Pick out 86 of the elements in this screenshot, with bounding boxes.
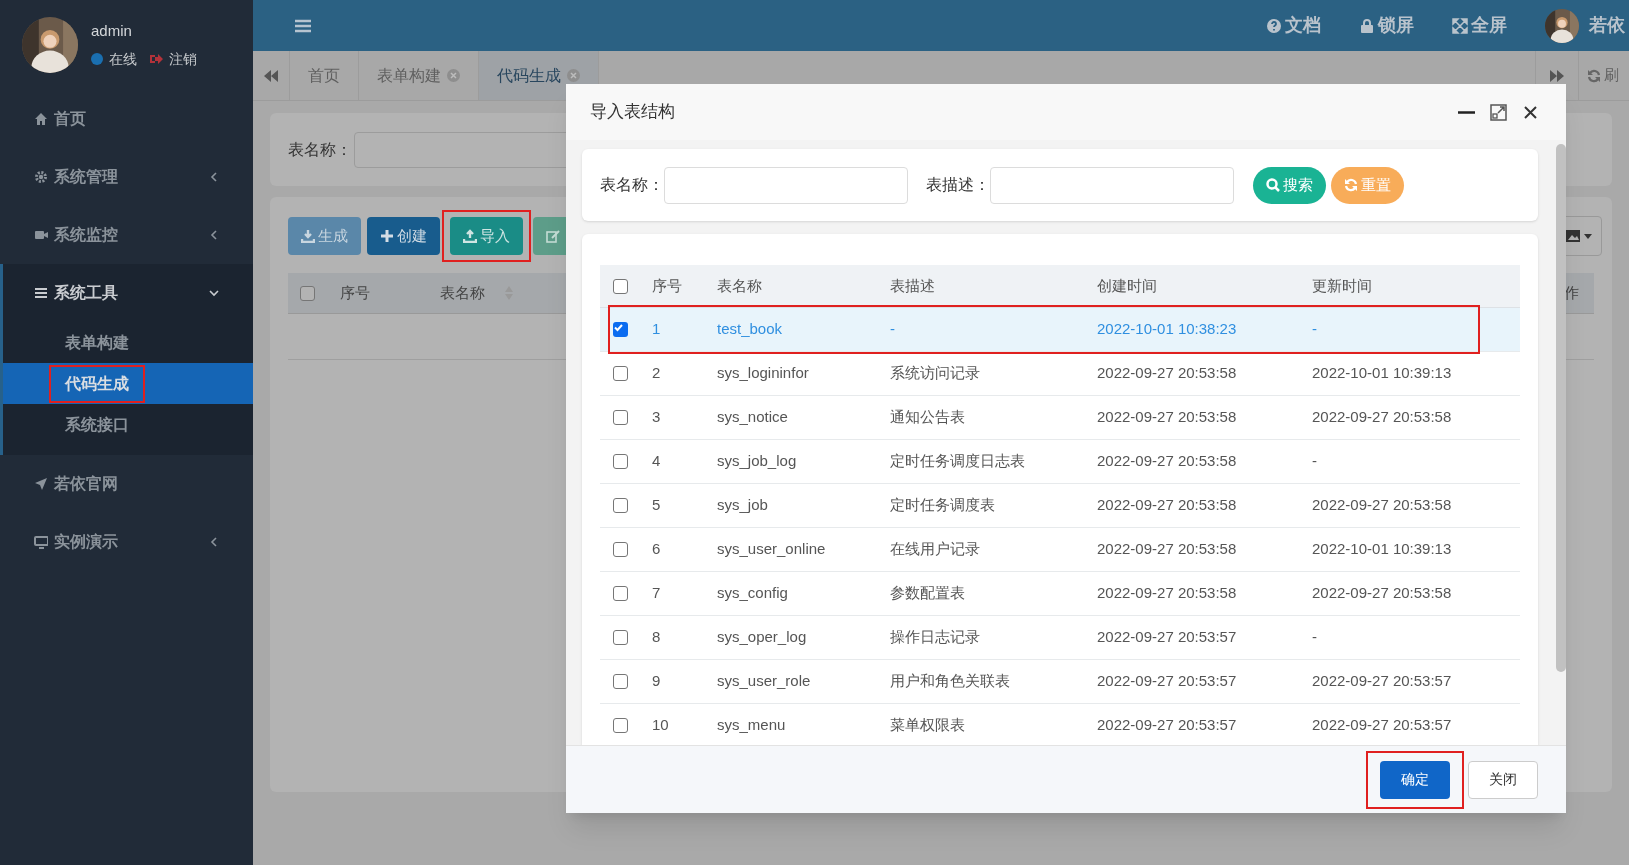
table-cell-text: sys_job_log bbox=[716, 451, 798, 472]
sidebar-item[interactable]: 首页 bbox=[0, 90, 253, 148]
table-cell-text: 系统访问记录 bbox=[889, 363, 981, 384]
table-cell-text: 2022-09-27 20:53:57 bbox=[1096, 627, 1238, 648]
sidebar-subitem[interactable]: 表单构建 bbox=[3, 322, 253, 363]
table-cell-text: 菜单权限表 bbox=[889, 715, 966, 736]
table-cell-text: 2022-09-27 20:53:58 bbox=[1096, 583, 1238, 604]
column-header: 表名称 bbox=[716, 275, 763, 296]
sidebar-subitem[interactable]: 代码生成 bbox=[3, 363, 253, 404]
toolbar-button[interactable]: 搜索 bbox=[1253, 166, 1326, 204]
field-label: 表名称： bbox=[288, 139, 352, 160]
tab[interactable]: 代码生成 bbox=[479, 51, 599, 100]
table-cell-text: - bbox=[1311, 451, 1318, 472]
table-cell-text: 5 bbox=[651, 495, 662, 516]
column-header: 序号 bbox=[340, 282, 371, 303]
toolbar-link[interactable]: 全屏 bbox=[1452, 12, 1507, 39]
toolbar-button[interactable]: 创建 bbox=[367, 217, 440, 255]
field-label: 表描述： bbox=[926, 175, 990, 195]
toolbar-button[interactable]: 导入 bbox=[450, 217, 523, 255]
table-cell-text: 2022-09-27 20:53:58 bbox=[1096, 407, 1238, 428]
table-cell-text: 2022-09-27 20:53:58 bbox=[1096, 495, 1238, 516]
table-cell-text: sys_logininfor bbox=[716, 363, 810, 384]
table-cell-text: 2022-10-01 10:39:13 bbox=[1311, 539, 1453, 560]
dialog-title: 导入表结构 bbox=[590, 101, 676, 124]
field-label: 表名称： bbox=[600, 175, 664, 195]
table-cell-text: 操作日志记录 bbox=[889, 627, 981, 648]
table-cell-text: 通知公告表 bbox=[889, 407, 966, 428]
table-cell-text: 2022-09-27 20:53:57 bbox=[1311, 715, 1453, 736]
user-menu[interactable]: 若依 bbox=[1545, 8, 1629, 43]
table-cell-text: test_book bbox=[716, 319, 784, 340]
sidebar-item[interactable]: 若依官网 bbox=[0, 455, 253, 513]
column-header: 创建时间 bbox=[1096, 275, 1158, 296]
table-cell-text: sys_config bbox=[716, 583, 789, 604]
column-header: 表名称 bbox=[440, 281, 530, 305]
sidebar-item[interactable]: 系统监控 bbox=[0, 206, 253, 264]
table-cell-text: 10 bbox=[651, 715, 670, 736]
refresh-button[interactable]: 刷 bbox=[1578, 51, 1629, 100]
table-cell-text: 2022-09-27 20:53:58 bbox=[1311, 583, 1453, 604]
table-cell-text: 2 bbox=[651, 363, 662, 384]
toolbar-link[interactable]: 文档 bbox=[1266, 12, 1321, 39]
column-header: 表描述 bbox=[889, 275, 936, 296]
table-cell-text: 6 bbox=[651, 539, 662, 560]
table-cell-text: sys_job bbox=[716, 495, 769, 516]
table-cell-text: 2022-09-27 20:53:58 bbox=[1096, 451, 1238, 472]
table-cell-text: 定时任务调度表 bbox=[889, 495, 996, 516]
table-cell-text: 2022-09-27 20:53:57 bbox=[1096, 671, 1238, 692]
sidebar-item[interactable]: 系统工具 bbox=[3, 264, 253, 322]
toolbar-link[interactable]: 锁屏 bbox=[1359, 12, 1414, 39]
table-cell-text: 2022-10-01 10:38:23 bbox=[1096, 319, 1238, 340]
user-name: admin bbox=[91, 21, 133, 42]
table-cell-text: - bbox=[1311, 319, 1318, 340]
table-cell-text: 3 bbox=[651, 407, 662, 428]
table-cell-text: 2022-09-27 20:53:58 bbox=[1311, 407, 1453, 428]
logout-link[interactable]: 注销 bbox=[169, 48, 197, 70]
table-cell-text: 4 bbox=[651, 451, 662, 472]
table-cell-text: 2022-09-27 20:53:58 bbox=[1096, 539, 1238, 560]
table-cell-text: 2022-09-27 20:53:57 bbox=[1311, 671, 1453, 692]
table-cell-text: sys_oper_log bbox=[716, 627, 808, 648]
toolbar-button[interactable]: 生成 bbox=[288, 217, 361, 255]
table-cell-text: sys_user_role bbox=[716, 671, 812, 692]
table-cell-text: 2022-10-01 10:39:13 bbox=[1311, 363, 1453, 384]
table-cell-text: sys_notice bbox=[716, 407, 789, 428]
table-cell-text: - bbox=[1311, 627, 1318, 648]
sidebar-item[interactable]: 实例演示 bbox=[0, 513, 253, 571]
sidebar-subitem[interactable]: 系统接口 bbox=[3, 404, 253, 445]
column-header: 更新时间 bbox=[1311, 275, 1373, 296]
table-cell-text: 2022-09-27 20:53:58 bbox=[1096, 363, 1238, 384]
column-header: 序号 bbox=[651, 275, 683, 296]
table-cell-text: 2022-09-27 20:53:57 bbox=[1096, 715, 1238, 736]
table-cell-text: 参数配置表 bbox=[889, 583, 966, 604]
table-cell-text: 7 bbox=[651, 583, 662, 604]
table-cell-text: - bbox=[889, 319, 896, 340]
table-cell-text: 2022-09-27 20:53:58 bbox=[1311, 495, 1453, 516]
sidebar-item[interactable]: 系统管理 bbox=[0, 148, 253, 206]
table-cell-text: sys_menu bbox=[716, 715, 787, 736]
table-cell-text: sys_user_online bbox=[716, 539, 827, 560]
table-cell-text: 8 bbox=[651, 627, 662, 648]
table-cell-text: 用户和角色关联表 bbox=[889, 671, 1011, 692]
tab[interactable]: 首页 bbox=[290, 51, 359, 100]
table-cell-text: 9 bbox=[651, 671, 662, 692]
table-cell-text: 1 bbox=[651, 319, 662, 340]
status-text: 在线 bbox=[109, 49, 137, 69]
table-cell-text: 定时任务调度日志表 bbox=[889, 451, 1026, 472]
confirm-button[interactable]: 确定 bbox=[1380, 760, 1450, 799]
close-button[interactable]: 关闭 bbox=[1468, 760, 1538, 799]
table-cell-text: 在线用户记录 bbox=[889, 539, 981, 560]
